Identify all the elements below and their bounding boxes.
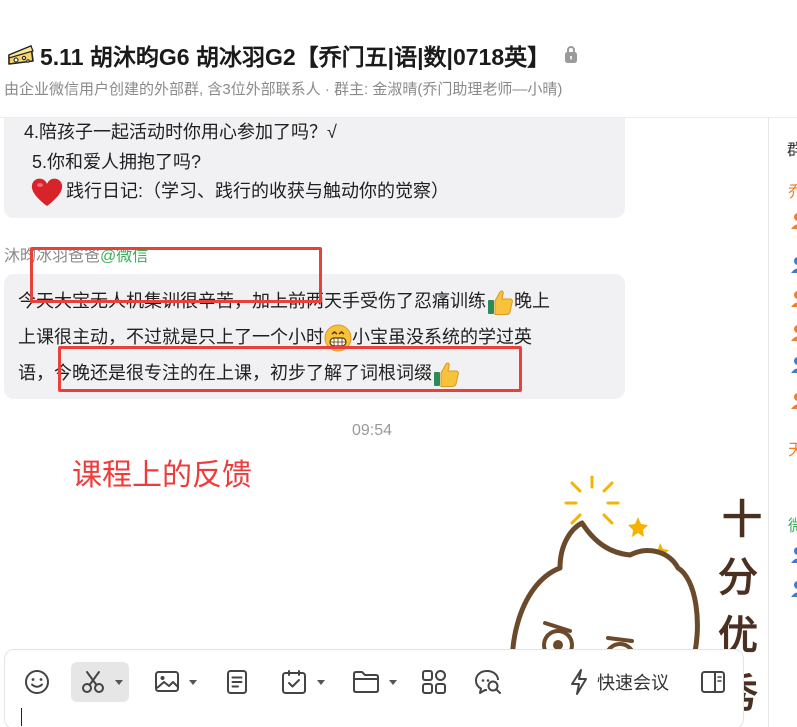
member-label: 微 [788, 512, 797, 536]
sticker-char: 分 [718, 555, 758, 601]
scissors-icon [82, 671, 104, 693]
folder-icon [353, 671, 379, 693]
lightning-icon [571, 669, 587, 695]
sidebar-toggle-button[interactable] [697, 662, 729, 702]
text-cursor [21, 708, 22, 726]
member-label: 天 [788, 436, 797, 460]
member-avatar-icon[interactable] [789, 392, 797, 410]
member-avatar-icon[interactable] [789, 324, 797, 342]
chevron-down-icon[interactable] [317, 680, 325, 685]
title-row: 5.11 胡沐昀G6 胡冰羽G2【乔门五|语|数|0718英】 [6, 38, 578, 72]
chat-search-icon [475, 670, 501, 694]
apps-grid-icon [422, 670, 446, 694]
group-member-panel[interactable]: 群 乔 天 微 [768, 118, 797, 727]
schedule-button[interactable] [275, 662, 327, 702]
message-line: 5.你和爱人拥抱了吗? [32, 152, 202, 172]
member-avatar-icon[interactable] [789, 256, 797, 274]
calendar-check-icon [282, 670, 306, 694]
chat-header: 5.11 胡沐昀G6 胡冰羽G2【乔门五|语|数|0718英】 由企业微信用户创… [0, 0, 797, 118]
member-avatar-icon[interactable] [789, 356, 797, 374]
sticker-char: 十 [722, 497, 762, 543]
highlight-box [58, 346, 522, 392]
sidebar-toggle-icon [701, 671, 725, 693]
file-button[interactable] [347, 662, 399, 702]
chat-title[interactable]: 5.11 胡沐昀G6 胡冰羽G2【乔门五|语|数|0718英】 [40, 38, 550, 72]
message-bubble[interactable]: 4.陪孩子一起活动时你用心参加了吗？√ 5.你和爱人拥抱了吗? 践行日记:（学习… [4, 118, 625, 218]
chevron-down-icon[interactable] [389, 680, 397, 685]
message-text: 晚上 [514, 291, 550, 311]
highlight-box [30, 247, 322, 303]
side-panel-header: 群 [787, 136, 797, 160]
document-button[interactable] [221, 662, 253, 702]
lock-icon[interactable] [564, 46, 578, 64]
message-text: 上课很主动，不过就是只上了一个小时 [18, 327, 324, 347]
message-timestamp: 09:54 [352, 422, 393, 439]
cheese-icon [8, 45, 34, 65]
member-avatar-icon[interactable] [789, 212, 797, 230]
message-line: 4.陪孩子一起活动时你用心参加了吗？√ [24, 122, 337, 142]
member-avatar-icon[interactable] [789, 580, 797, 598]
message-input-toolbar: 快速会议 [4, 649, 744, 727]
member-avatar-icon[interactable] [789, 546, 797, 564]
quick-meeting-button[interactable]: 快速会议 [559, 662, 679, 702]
chat-message-area[interactable]: 4.陪孩子一起活动时你用心参加了吗？√ 5.你和爱人拥抱了吗? 践行日记:（学习… [0, 118, 768, 727]
image-button[interactable] [149, 662, 199, 702]
message-text: 小宝虽没系统的学过英 [352, 327, 532, 347]
apps-button[interactable] [419, 662, 449, 702]
message-text: 践行日记:（学习、践行的收获与触动你的觉察） [66, 180, 449, 201]
chevron-down-icon[interactable] [189, 680, 197, 685]
chevron-down-icon[interactable] [115, 680, 123, 685]
message-line-with-icon: 践行日记:（学习、践行的收获与触动你的觉察） [30, 176, 449, 208]
chat-record-button[interactable] [471, 662, 505, 702]
annotation-text: 课程上的反馈 [72, 459, 252, 492]
emoji-button[interactable] [19, 662, 55, 702]
document-icon [227, 670, 247, 694]
member-avatar-icon[interactable] [789, 290, 797, 308]
screenshot-button[interactable] [71, 662, 129, 702]
heart-icon [31, 178, 63, 206]
emoji-icon [25, 670, 49, 694]
quick-meeting-label: 快速会议 [597, 673, 669, 693]
member-label: 乔 [788, 178, 797, 202]
chat-subtitle: 由企业微信用户创建的外部群, 含3位外部联系人 · 群主: 金淑晴(乔门助理老师… [4, 81, 563, 98]
thumbs-up-icon [488, 290, 513, 316]
image-icon [155, 671, 179, 692]
